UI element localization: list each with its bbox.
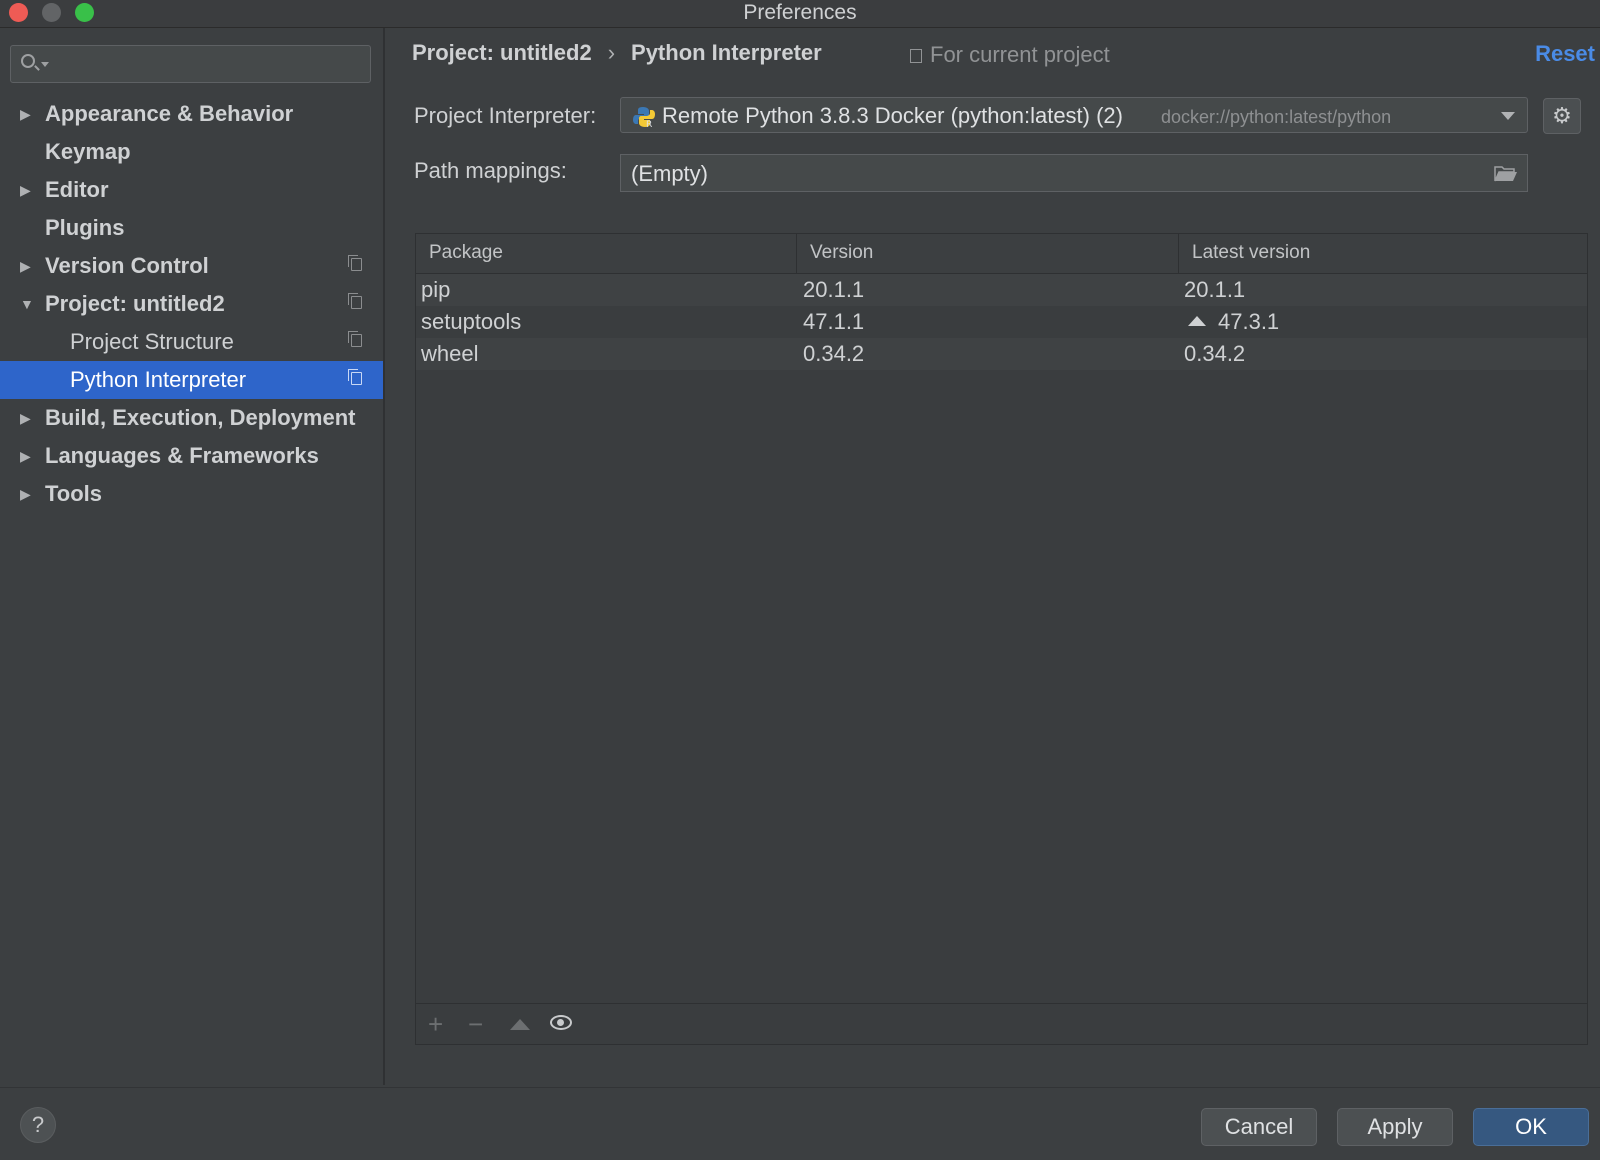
for-current-project-note: For current project [910,42,1110,68]
package-version: 20.1.1 [803,277,865,302]
sidebar-item-keymap[interactable]: Keymap [0,133,383,171]
table-header: Package Version Latest version [416,234,1587,274]
expand-arrow-icon[interactable]: ▶ [20,475,31,513]
path-mappings-label: Path mappings: [414,158,567,183]
sidebar-item-languages-frameworks[interactable]: ▶ Languages & Frameworks [0,437,383,475]
python-icon: R [633,107,655,128]
package-latest-version: 47.3.1 [1218,309,1280,334]
remove-icon[interactable]: − [468,1011,483,1037]
sidebar-item-project-structure[interactable]: Project Structure [0,323,383,361]
folder-open-icon[interactable] [1494,165,1518,182]
cancel-button[interactable]: Cancel [1201,1108,1317,1146]
column-divider[interactable] [1178,234,1179,273]
package-name: pip [421,277,451,302]
gear-icon: ⚙ [1552,103,1572,128]
path-mappings-field[interactable]: (Empty) [620,154,1528,192]
settings-sidebar: ▶ Appearance & Behavior Keymap ▶ Editor … [0,28,385,1085]
path-mappings-value: (Empty) [631,161,708,186]
expand-arrow-icon[interactable]: ▶ [20,437,31,475]
breadcrumb-parent[interactable]: Project: untitled2 [412,40,592,65]
sidebar-item-version-control[interactable]: ▶ Version Control [0,247,383,285]
column-header-version[interactable]: Version [810,242,873,264]
eye-icon[interactable] [550,1015,572,1030]
interpreter-name: Remote Python 3.8.3 Docker (python:lates… [662,103,1123,128]
expand-arrow-icon[interactable]: ▶ [20,95,31,133]
breadcrumb: Project: untitled2 › Python Interpreter [412,40,822,66]
search-options-icon[interactable] [41,62,49,67]
project-level-copy-icon [910,49,922,63]
table-row[interactable]: wheel 0.34.2 0.34.2 [416,338,1587,370]
package-latest-version: 20.1.1 [1184,277,1246,302]
package-version: 0.34.2 [803,341,865,366]
package-latest-version: 0.34.2 [1184,341,1246,366]
interpreter-path: docker://python:latest/python [1161,107,1392,127]
svg-text:R: R [646,120,652,128]
apply-button[interactable]: Apply [1337,1108,1453,1146]
chevron-down-icon[interactable] [1501,112,1515,120]
upgrade-icon[interactable] [510,1019,530,1030]
project-level-copy-icon [348,255,362,271]
column-header-package[interactable]: Package [429,242,503,264]
project-level-copy-icon [348,293,362,309]
settings-content-panel: Project: untitled2 › Python Interpreter Fo… [385,28,1600,1085]
sidebar-item-project-untitled2[interactable]: ▼ Project: untitled2 [0,285,383,323]
title-bar: Preferences [0,0,1600,28]
packages-table: Package Version Latest version pip 20.1.… [415,233,1588,1045]
upgrade-available-icon [1188,316,1206,326]
settings-search-input[interactable] [10,45,371,83]
sidebar-item-build-execution-deployment[interactable]: ▶ Build, Execution, Deployment [0,399,383,437]
project-interpreter-dropdown[interactable]: R Remote Python 3.8.3 Docker (python:lat… [620,97,1528,133]
column-header-latest-version[interactable]: Latest version [1192,242,1310,264]
sidebar-item-appearance-behavior[interactable]: ▶ Appearance & Behavior [0,95,383,133]
table-row[interactable]: setuptools 47.1.1 47.3.1 [416,306,1587,338]
sidebar-item-plugins[interactable]: Plugins [0,209,383,247]
expand-arrow-icon[interactable]: ▶ [20,171,31,209]
breadcrumb-current: Python Interpreter [631,40,822,65]
sidebar-item-tools[interactable]: ▶ Tools [0,475,383,513]
collapse-arrow-icon[interactable]: ▼ [20,285,34,323]
ok-button[interactable]: OK [1473,1108,1589,1146]
table-row[interactable]: pip 20.1.1 20.1.1 [416,274,1587,306]
reset-link[interactable]: Reset [1535,41,1595,67]
dialog-button-bar: ? Cancel Apply OK [0,1087,1600,1160]
add-icon[interactable]: + [428,1011,443,1037]
expand-arrow-icon[interactable]: ▶ [20,247,31,285]
package-latest-version-cell: 47.3.1 [1188,309,1279,335]
expand-arrow-icon[interactable]: ▶ [20,399,31,437]
sidebar-item-editor[interactable]: ▶ Editor [0,171,383,209]
project-level-copy-icon [348,369,362,385]
package-version: 47.1.1 [803,309,865,334]
window-title: Preferences [743,1,857,24]
breadcrumb-separator: › [607,40,616,65]
package-name: setuptools [421,309,522,334]
project-level-copy-icon [348,331,362,347]
search-icon [21,54,35,68]
package-name: wheel [421,341,479,366]
packages-toolbar: + − [416,1003,1587,1044]
project-interpreter-label: Project Interpreter: [414,103,597,128]
sidebar-item-python-interpreter[interactable]: Python Interpreter [0,361,383,399]
help-button[interactable]: ? [20,1107,56,1143]
column-divider[interactable] [796,234,797,273]
interpreter-settings-gear-button[interactable]: ⚙ [1543,98,1581,134]
